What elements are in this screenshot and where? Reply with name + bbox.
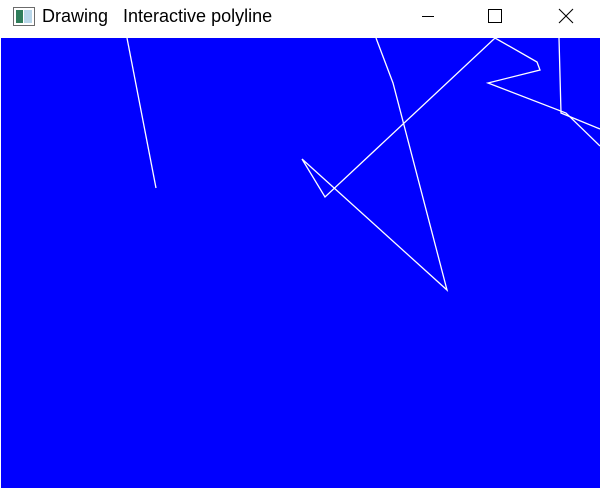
app-icon [13, 7, 35, 26]
app-window: Drawing Interactive polyline [0, 0, 601, 489]
polyline-canvas[interactable] [1, 38, 600, 488]
drawing-canvas[interactable] [1, 38, 600, 488]
maximize-icon [488, 9, 502, 23]
title-bar[interactable]: Drawing Interactive polyline [0, 0, 601, 38]
minimize-icon [422, 16, 434, 17]
close-icon [558, 8, 574, 24]
close-button[interactable] [543, 0, 589, 32]
window-title: Drawing Interactive polyline [42, 6, 273, 26]
minimize-button[interactable] [405, 0, 451, 32]
canvas-background [1, 38, 600, 488]
maximize-button[interactable] [472, 0, 518, 32]
